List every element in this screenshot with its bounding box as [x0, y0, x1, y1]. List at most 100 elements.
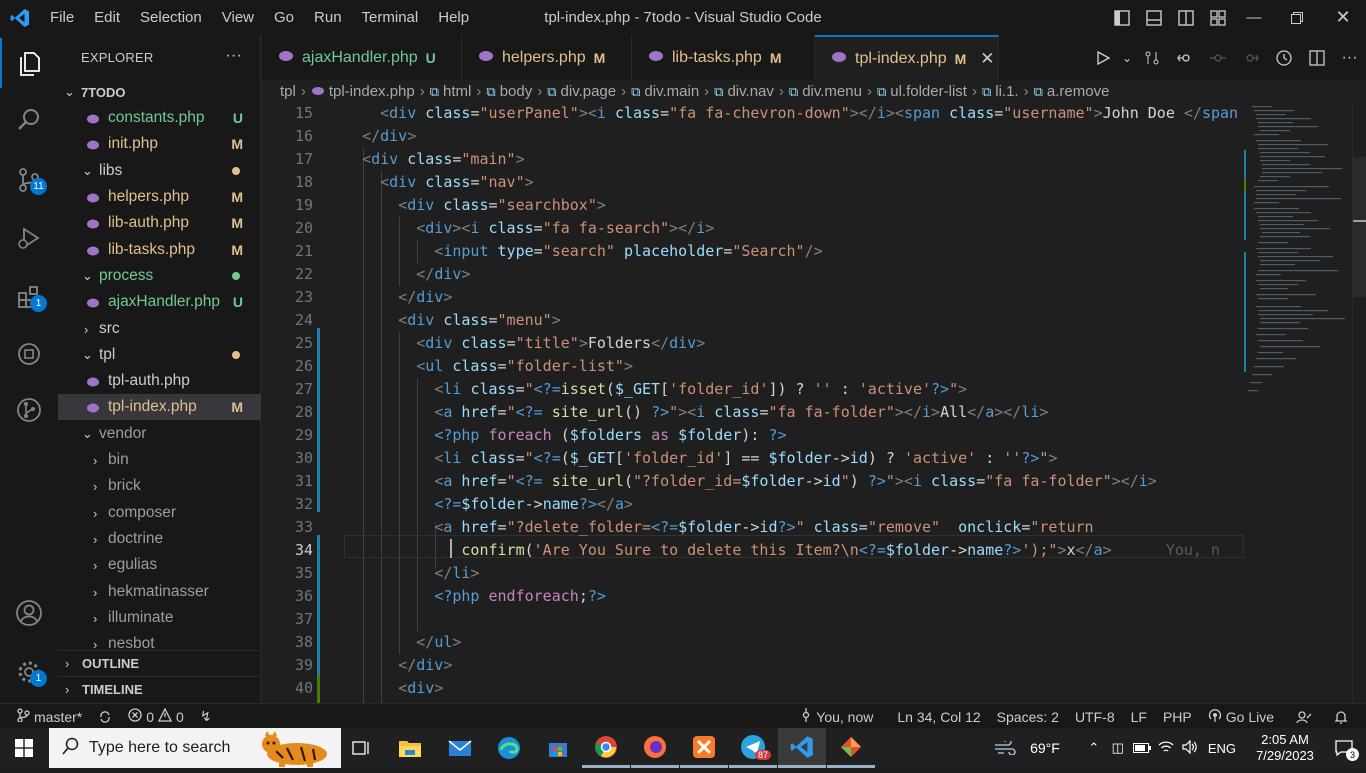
breadcrumb-item[interactable]: ⧉ div.page	[547, 83, 616, 100]
vscode-taskbar-icon[interactable]	[778, 728, 826, 768]
menu-terminal[interactable]: Terminal	[352, 0, 429, 35]
extensions-icon[interactable]: 1	[0, 272, 58, 322]
outline-section[interactable]: › OUTLINE	[58, 650, 261, 676]
chrome-browser-icon[interactable]	[582, 728, 630, 768]
weather-temp[interactable]: 69°F	[1030, 740, 1060, 756]
encoding[interactable]: UTF-8	[1067, 709, 1123, 725]
folder-item[interactable]: › composer	[58, 500, 261, 526]
breadcrumb-item[interactable]: tpl	[280, 83, 296, 100]
run-debug-icon[interactable]	[0, 213, 58, 263]
menu-run[interactable]: Run	[304, 0, 352, 35]
microsoft-store-icon[interactable]	[534, 728, 582, 768]
mail-icon[interactable]	[436, 728, 484, 768]
end-of-line[interactable]: LF	[1123, 709, 1155, 725]
tray-chevron-up-icon[interactable]: ⌃	[1082, 740, 1106, 756]
folder-item[interactable]: › doctrine	[58, 526, 261, 552]
taskbar-search[interactable]: Type here to search	[49, 728, 341, 768]
timeline-clock-icon[interactable]	[1267, 49, 1300, 66]
folder-item[interactable]: › bin	[58, 447, 261, 473]
file-item[interactable]: lib-auth.php M	[58, 210, 261, 236]
workspace-root[interactable]: ⌄ 7TODO	[58, 79, 261, 105]
menu-edit[interactable]: Edit	[84, 0, 130, 35]
clock[interactable]: 2:05 AM 7/29/2023	[1248, 732, 1322, 764]
file-item[interactable]: ajaxHandler.php U	[58, 289, 261, 315]
run-dropdown-icon[interactable]: ⌄	[1119, 51, 1135, 65]
folder-item[interactable]: › hekmatinasser	[58, 579, 261, 605]
go-back-icon[interactable]	[1168, 50, 1201, 66]
scrollbar-thumb[interactable]	[1353, 157, 1366, 297]
breadcrumb-item[interactable]: ⧉ ul.folder-list	[877, 83, 967, 100]
sync-icon[interactable]	[90, 710, 120, 724]
breadcrumb-item[interactable]: ⧉ html	[430, 83, 472, 100]
git-tool-icon[interactable]	[827, 728, 875, 768]
folder-item[interactable]: ⌄ process	[58, 263, 261, 289]
accounts-icon[interactable]	[0, 588, 58, 638]
manage-gear-icon[interactable]: 1	[0, 647, 58, 697]
firefox-browser-icon[interactable]	[631, 728, 679, 768]
breadcrumb-item[interactable]: ⧉ a.remove	[1034, 83, 1110, 100]
close-tab-icon[interactable]: ✕	[980, 49, 994, 69]
close-window-icon[interactable]: ✕	[1320, 0, 1366, 35]
git-blame-indicator[interactable]: You, now	[792, 708, 881, 725]
toggle-primary-sidebar-icon[interactable]	[1106, 0, 1138, 35]
file-item[interactable]: helpers.php M	[58, 184, 261, 210]
breadcrumb-item[interactable]: tpl-index.php	[311, 83, 415, 100]
branch-indicator[interactable]: master*	[0, 708, 90, 725]
edge-browser-icon[interactable]	[485, 728, 533, 768]
vertical-scrollbar[interactable]	[1352, 102, 1366, 703]
git-graph-icon[interactable]	[0, 385, 58, 435]
input-language[interactable]: ENG	[1208, 741, 1236, 756]
breadcrumb-item[interactable]: ⧉ div.main	[631, 83, 699, 100]
folder-item[interactable]: › src	[58, 316, 261, 342]
meet-now-icon[interactable]: ◫	[1106, 740, 1130, 756]
file-item[interactable]: tpl-index.php M	[58, 394, 261, 420]
folder-item[interactable]: ⌄ libs	[58, 158, 261, 184]
run-icon[interactable]	[1086, 50, 1119, 66]
accounts-remote-icon[interactable]	[1288, 710, 1320, 724]
go-forward-icon[interactable]	[1234, 50, 1267, 66]
task-view-icon[interactable]	[337, 728, 385, 768]
language-mode[interactable]: PHP	[1155, 709, 1200, 725]
battery-icon[interactable]	[1130, 741, 1154, 756]
file-item[interactable]: tpl-auth.php	[58, 368, 261, 394]
tab-ajaxhandler[interactable]: ajaxHandler.php U	[262, 35, 462, 80]
file-item[interactable]: lib-tasks.php M	[58, 237, 261, 263]
explorer-icon[interactable]	[0, 38, 58, 88]
remote-explorer-icon[interactable]	[0, 329, 58, 379]
tab-tpl-index[interactable]: tpl-index.php M ✕	[815, 35, 999, 80]
windows-start-icon[interactable]	[0, 728, 48, 768]
indentation[interactable]: Spaces: 2	[989, 709, 1067, 725]
folder-item[interactable]: ⌄ vendor	[58, 421, 261, 447]
weather-wind-icon[interactable]	[990, 741, 1020, 755]
breadcrumb-item[interactable]: ⧉ div.nav	[714, 83, 774, 100]
menu-view[interactable]: View	[212, 0, 264, 35]
timeline-section[interactable]: › TIMELINE	[58, 676, 261, 702]
file-item[interactable]: constants.php U	[58, 105, 261, 131]
compare-changes-icon[interactable]	[1135, 50, 1168, 66]
xampp-icon[interactable]	[680, 728, 728, 768]
commit-icon[interactable]	[1201, 50, 1234, 66]
more-actions-icon[interactable]: ···	[1333, 49, 1366, 67]
folder-item[interactable]: › brick	[58, 473, 261, 499]
file-explorer-icon[interactable]	[386, 728, 434, 768]
tab-lib-tasks[interactable]: lib-tasks.php M	[632, 35, 815, 80]
notifications-bell-icon[interactable]	[1320, 710, 1366, 724]
breadcrumb-item[interactable]: ⧉ body	[486, 83, 532, 100]
telegram-icon[interactable]: 87	[729, 728, 777, 768]
breadcrumb-item[interactable]: ⧉ div.menu	[789, 83, 862, 100]
tab-helpers[interactable]: helpers.php M	[462, 35, 632, 80]
menu-file[interactable]: File	[40, 0, 84, 35]
toggle-secondary-sidebar-icon[interactable]	[1170, 0, 1202, 35]
source-control-icon[interactable]: 11	[0, 155, 58, 205]
folder-item[interactable]: › illuminate	[58, 605, 261, 631]
problems-indicator[interactable]: 0 0	[120, 707, 192, 725]
volume-icon[interactable]	[1178, 739, 1202, 757]
menu-help[interactable]: Help	[428, 0, 479, 35]
notification-center-icon[interactable]: 3	[1322, 740, 1366, 761]
menu-go[interactable]: Go	[264, 0, 304, 35]
folder-item[interactable]: ⌄ tpl	[58, 342, 261, 368]
file-item[interactable]: init.php M	[58, 131, 261, 157]
code-editor[interactable]: 15 16 17 18 19 20 21 22 23 24 25 26 27 28 29 30 31 32 33 34…	[262, 102, 1366, 703]
restore-icon[interactable]	[1274, 0, 1320, 35]
more-actions-icon[interactable]: ···	[225, 47, 242, 65]
